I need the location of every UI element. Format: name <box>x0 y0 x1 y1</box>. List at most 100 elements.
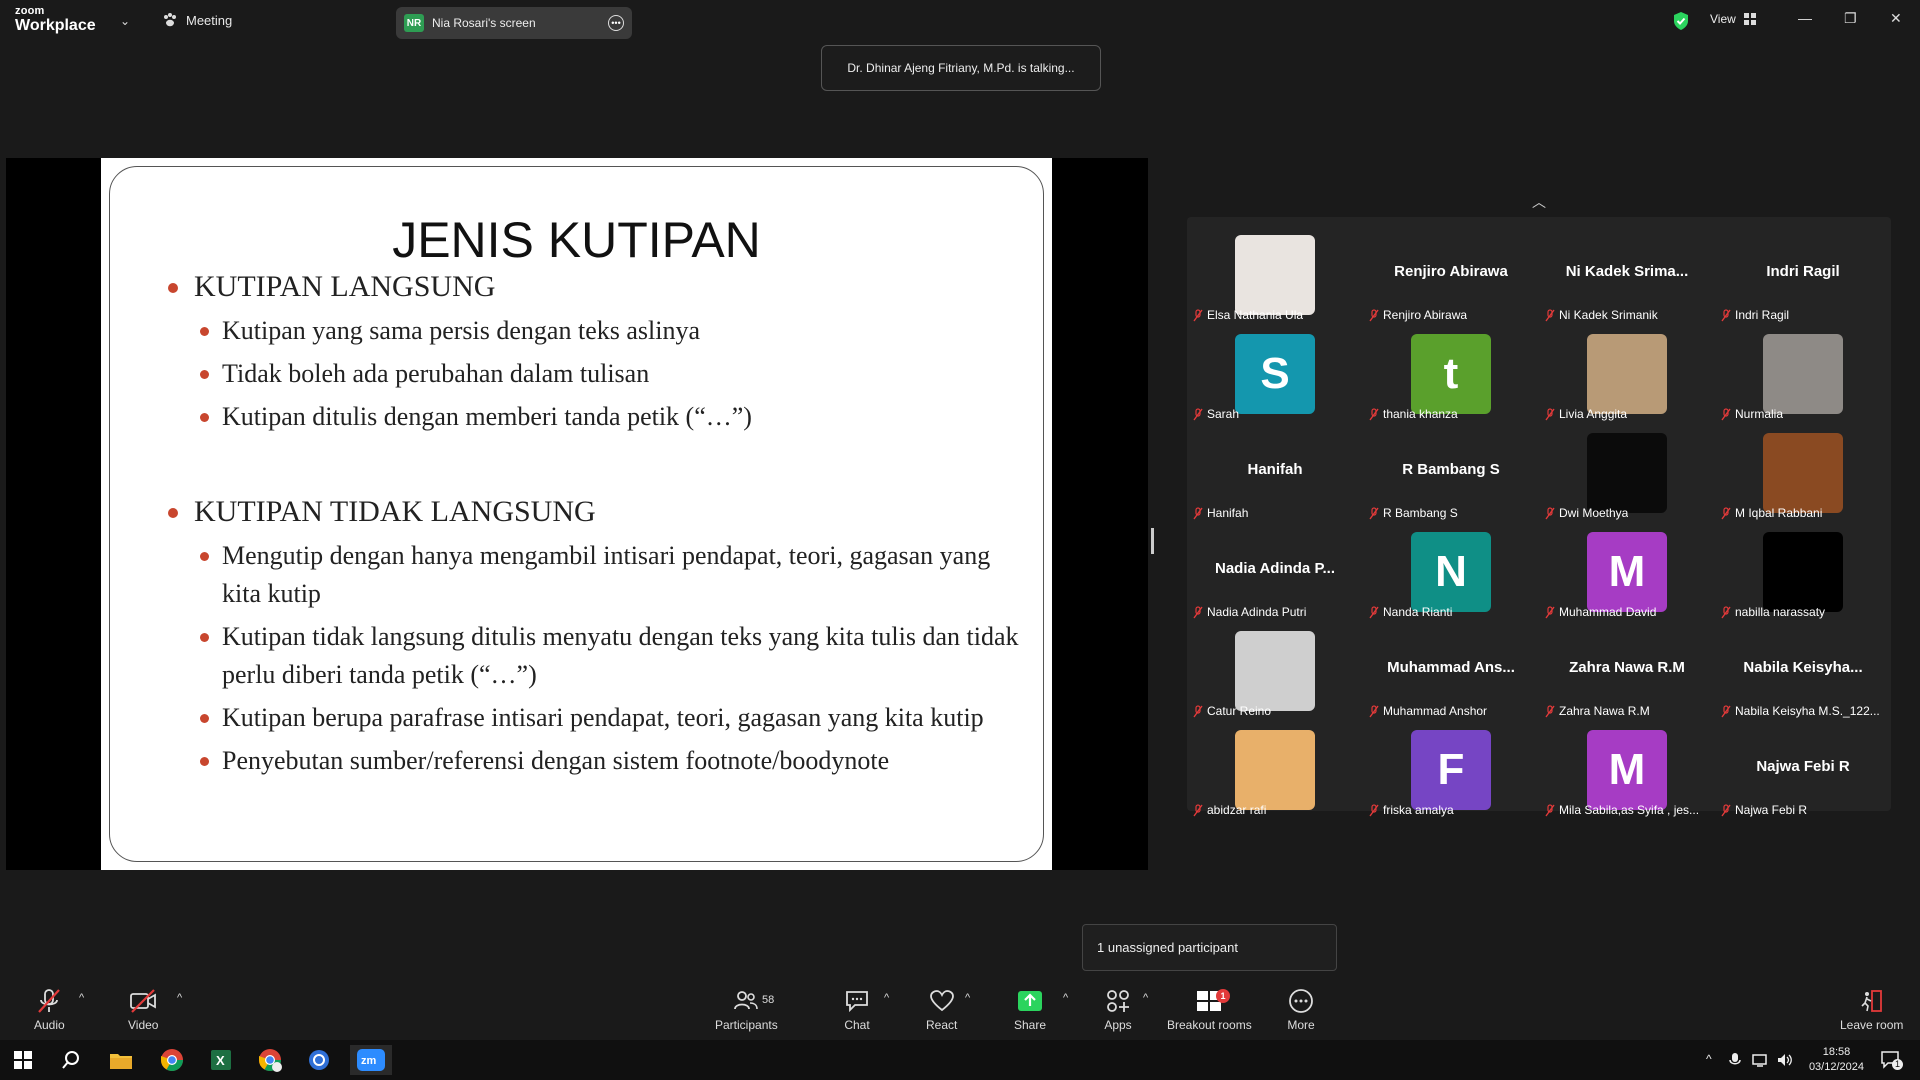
muted-mic-icon <box>1369 407 1379 420</box>
view-label: View <box>1710 12 1736 26</box>
slide-frame: JENIS KUTIPAN KUTIPAN LANGSUNG Kutipan y… <box>109 166 1044 862</box>
view-button[interactable]: View <box>1710 12 1756 26</box>
panel-resize-handle[interactable] <box>1151 528 1154 554</box>
participant-tile[interactable]: Zahra Nawa R.M Zahra Nawa R.M <box>1539 621 1715 720</box>
participant-name-bar: M Iqbal Rabbani <box>1721 506 1822 520</box>
network-icon[interactable] <box>1752 1052 1770 1068</box>
participant-tile[interactable]: Catur Reino <box>1187 621 1363 720</box>
participant-name-bar: Catur Reino <box>1193 704 1271 718</box>
more-button[interactable]: More <box>1287 988 1315 1032</box>
participant-name: Muhammad David <box>1559 605 1657 619</box>
participant-name-bar: Dwi Moethya <box>1545 506 1628 520</box>
volume-icon[interactable] <box>1776 1052 1794 1068</box>
participant-tile[interactable]: Hanifah Hanifah <box>1187 423 1363 522</box>
slide-title: JENIS KUTIPAN <box>392 212 761 268</box>
participant-tile[interactable]: S Sarah <box>1187 324 1363 423</box>
chat-options-caret[interactable]: ^ <box>884 992 889 1004</box>
participant-name-bar: Mila Sabila,as Syifa , jes... <box>1545 803 1699 817</box>
participant-tile[interactable]: Livia Anggita <box>1539 324 1715 423</box>
muted-mic-icon <box>1545 704 1555 717</box>
excel-icon[interactable]: X <box>206 1045 236 1075</box>
participant-name: Dwi Moethya <box>1559 506 1629 520</box>
muted-mic-icon <box>1721 803 1731 816</box>
minimize-icon[interactable]: — <box>1798 10 1812 26</box>
participant-name-bar: Sarah <box>1193 407 1239 421</box>
muted-mic-icon <box>1721 506 1731 519</box>
muted-mic-icon <box>1721 308 1731 321</box>
participant-tile[interactable]: Indri Ragil Indri Ragil <box>1715 225 1891 324</box>
participant-tile[interactable]: Nurmalia <box>1715 324 1891 423</box>
participant-tile[interactable]: N Nanda Rianti <box>1363 522 1539 621</box>
participant-display-name: Nabila Keisyha... <box>1743 659 1863 676</box>
chrome-icon[interactable] <box>157 1045 187 1075</box>
audio-options-caret[interactable]: ^ <box>79 992 84 1004</box>
participant-name: Livia Anggita <box>1559 407 1628 421</box>
close-icon[interactable]: ✕ <box>1890 10 1902 27</box>
notification-center-icon[interactable]: 1 <box>1880 1049 1903 1074</box>
search-icon[interactable] <box>56 1045 86 1075</box>
participant-tile[interactable]: nabilla narassaty <box>1715 522 1891 621</box>
participant-name-bar: Nurmalia <box>1721 407 1783 421</box>
chat-button[interactable]: Chat <box>843 988 871 1032</box>
participant-tile[interactable]: Ni Kadek Srima... Ni Kadek Srimanik <box>1539 225 1715 324</box>
participant-tile[interactable]: Elsa Nathania Ula <box>1187 225 1363 324</box>
share-button[interactable]: Share <box>1014 988 1046 1032</box>
encryption-shield-icon[interactable] <box>1672 11 1690 31</box>
video-options-caret[interactable]: ^ <box>177 992 182 1004</box>
muted-mic-icon <box>38 989 61 1013</box>
share-options-caret[interactable]: ^ <box>1063 992 1068 1004</box>
leave-room-button[interactable]: Leave room <box>1840 988 1903 1032</box>
more-options-icon[interactable]: ••• <box>608 15 624 31</box>
video-button[interactable]: Video <box>128 988 158 1032</box>
participant-tile[interactable]: Muhammad Ans... Muhammad Anshor <box>1363 621 1539 720</box>
participant-name: friska amalya <box>1383 803 1454 817</box>
participant-name-bar: Elsa Nathania Ula <box>1193 308 1303 322</box>
participant-tile[interactable]: R Bambang S R Bambang S <box>1363 423 1539 522</box>
chrome-profile-icon[interactable] <box>255 1045 285 1075</box>
participant-tile[interactable]: Najwa Febi R Najwa Febi R <box>1715 720 1891 819</box>
react-label: React <box>926 1018 958 1032</box>
windows-start-icon[interactable] <box>8 1045 38 1075</box>
microphone-icon[interactable] <box>1728 1052 1742 1068</box>
participant-tile[interactable]: M Muhammad David <box>1539 522 1715 621</box>
apps-options-caret[interactable]: ^ <box>1143 992 1148 1004</box>
chevron-down-icon[interactable]: ⌄ <box>120 14 130 28</box>
participant-tile[interactable]: t thania khanza <box>1363 324 1539 423</box>
meeting-menu[interactable]: Meeting <box>162 12 232 28</box>
react-options-caret[interactable]: ^ <box>965 992 970 1004</box>
chevron-up-icon[interactable]: ︿ <box>1532 192 1546 212</box>
participant-tile[interactable]: Dwi Moethya <box>1539 423 1715 522</box>
participant-name: Mila Sabila,as Syifa , jes... <box>1559 803 1700 817</box>
restore-icon[interactable]: ❐ <box>1844 10 1857 27</box>
app-ring-icon[interactable] <box>304 1045 334 1075</box>
participant-name-bar: Livia Anggita <box>1545 407 1627 421</box>
audio-button[interactable]: Audio <box>34 988 65 1032</box>
file-explorer-icon[interactable] <box>106 1045 136 1075</box>
system-clock[interactable]: 18:58 03/12/2024 <box>1809 1045 1864 1075</box>
participant-name-bar: R Bambang S <box>1369 506 1458 520</box>
participant-name-bar: Indri Ragil <box>1721 308 1789 322</box>
meeting-label: Meeting <box>186 12 233 28</box>
participant-tile[interactable]: M Iqbal Rabbani <box>1715 423 1891 522</box>
apps-button[interactable]: Apps <box>1104 988 1132 1032</box>
participant-tile[interactable]: Ffriska amalya <box>1363 720 1539 819</box>
shared-screen-pill[interactable]: NR Nia Rosari's screen ••• <box>396 7 632 39</box>
leave-label: Leave room <box>1840 1018 1904 1032</box>
participant-name: Renjiro Abirawa <box>1383 308 1468 322</box>
participant-name-bar: Ni Kadek Srimanik <box>1545 308 1658 322</box>
participant-tile[interactable]: Nadia Adinda P... Nadia Adinda Putri <box>1187 522 1363 621</box>
tray-chevron-icon[interactable]: ^ <box>1706 1052 1712 1066</box>
zoom-taskbar-icon[interactable]: zm <box>350 1045 392 1075</box>
participant-tile[interactable]: abidzar rafi <box>1187 720 1363 819</box>
participant-tile[interactable]: Nabila Keisyha... Nabila Keisyha M.S._122… <box>1715 621 1891 720</box>
muted-mic-icon <box>1369 704 1379 717</box>
participant-tile[interactable]: Renjiro Abirawa Renjiro Abirawa <box>1363 225 1539 324</box>
muted-mic-icon <box>1193 704 1203 717</box>
breakout-rooms-button[interactable]: Breakout rooms <box>1167 988 1252 1032</box>
participant-tile[interactable]: M Mila Sabila,as Syifa , jes... <box>1539 720 1715 819</box>
react-button[interactable]: React <box>926 988 957 1032</box>
share-label: Share <box>1014 1018 1047 1032</box>
audio-label: Audio <box>34 1018 65 1032</box>
participant-name-bar: Nanda Rianti <box>1369 605 1452 619</box>
participant-name: Muhammad Anshor <box>1383 704 1488 718</box>
